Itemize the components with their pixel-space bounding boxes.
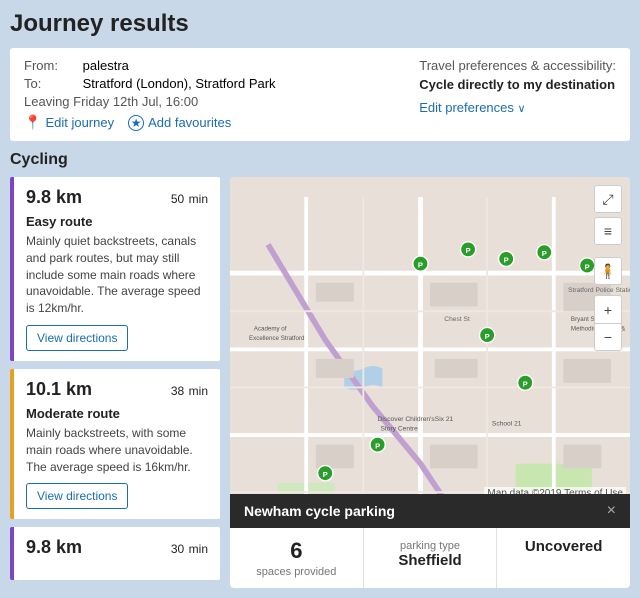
to-label: To:: [24, 76, 79, 91]
route-desc-moderate: Mainly backstreets, with some main roads…: [26, 425, 208, 475]
cycling-content: 9.8 km 50 min Easy route Mainly quiet ba…: [10, 177, 630, 588]
edit-journey-link[interactable]: 📍 Edit journey: [24, 114, 114, 131]
spaces-value: 6: [242, 538, 351, 564]
popup-cell-type: parking type Sheffield: [364, 528, 498, 588]
route-time-moderate: 38 min: [171, 382, 208, 400]
svg-text:P: P: [375, 441, 380, 450]
route-stats-fast: 9.8 km 30 min: [26, 537, 208, 558]
route-time-easy: 50 min: [171, 190, 208, 208]
svg-text:Story Centre: Story Centre: [380, 425, 418, 432]
zoom-in-button[interactable]: +: [594, 295, 622, 323]
journey-actions: 📍 Edit journey ★ Add favourites: [24, 114, 276, 131]
cycling-label: Cycling: [10, 151, 630, 169]
route-desc-easy: Mainly quiet backstreets, canals and par…: [26, 233, 208, 317]
popup-cell-covered: Uncovered: [497, 528, 630, 588]
svg-text:P: P: [542, 249, 547, 258]
edit-preferences-link[interactable]: Edit preferences ∨: [419, 100, 525, 115]
spaces-label: spaces provided: [242, 566, 351, 578]
cycling-section: Cycling 9.8 km 50 min Easy route Mainly …: [10, 151, 630, 588]
layers-icon: ≡: [604, 223, 612, 239]
svg-text:Chest St: Chest St: [444, 316, 470, 323]
view-directions-moderate-button[interactable]: View directions: [26, 483, 128, 509]
edit-journey-label: Edit journey: [45, 115, 114, 130]
route-stats-easy: 9.8 km 50 min: [26, 187, 208, 208]
route-card-moderate: 10.1 km 38 min Moderate route Mainly bac…: [10, 369, 220, 519]
svg-text:P: P: [418, 260, 423, 269]
to-value: Stratford (London), Stratford Park: [83, 76, 276, 91]
to-row: To: Stratford (London), Stratford Park: [24, 76, 276, 91]
route-distance-fast: 9.8 km: [26, 537, 82, 558]
svg-text:Discover Children's: Discover Children's: [378, 416, 436, 423]
routes-panel: 9.8 km 50 min Easy route Mainly quiet ba…: [10, 177, 220, 588]
route-stats-moderate: 10.1 km 38 min: [26, 379, 208, 400]
svg-text:P: P: [585, 262, 590, 271]
popup-close-button[interactable]: ×: [607, 502, 616, 520]
from-row: From: palestra: [24, 58, 276, 73]
preferences-value: Cycle directly to my destination: [419, 77, 616, 92]
page-title: Journey results: [10, 10, 630, 38]
svg-text:School 21: School 21: [492, 421, 522, 428]
svg-text:P: P: [504, 256, 509, 265]
leaving-row: Leaving Friday 12th Jul, 16:00: [24, 94, 276, 109]
svg-text:Six 21: Six 21: [435, 416, 454, 423]
zoom-out-button[interactable]: −: [594, 323, 622, 351]
route-name-moderate: Moderate route: [26, 406, 208, 421]
cycle-parking-popup: Newham cycle parking × 6 spaces provided…: [230, 494, 630, 588]
street-view-button[interactable]: 🧍: [594, 257, 622, 285]
covered-value: Uncovered: [509, 538, 618, 555]
preferences-section: Travel preferences & accessibility: Cycl…: [419, 58, 616, 131]
route-card-fast: 9.8 km 30 min: [10, 527, 220, 580]
svg-text:Academy of: Academy of: [254, 325, 287, 332]
popup-title: Newham cycle parking: [244, 503, 395, 519]
popup-body: 6 spaces provided parking type Sheffield…: [230, 528, 630, 588]
leaving-value: Friday 12th Jul, 16:00: [73, 94, 198, 109]
popup-cell-spaces: 6 spaces provided: [230, 528, 364, 588]
map-container: P P P P P P P P: [230, 177, 630, 588]
star-icon: ★: [128, 115, 144, 131]
person-icon: 🧍: [599, 263, 616, 280]
map-background: P P P P P P P P: [230, 177, 630, 588]
expand-map-button[interactable]: ⤢: [594, 185, 622, 213]
layers-button[interactable]: ≡: [594, 217, 622, 245]
svg-text:P: P: [485, 332, 490, 341]
svg-text:P: P: [323, 470, 328, 479]
svg-text:Excellence Stratford: Excellence Stratford: [249, 335, 305, 342]
location-icon: 📍: [24, 114, 41, 131]
svg-text:P: P: [523, 379, 528, 388]
edit-preferences-label: Edit preferences: [419, 100, 514, 115]
view-directions-easy-button[interactable]: View directions: [26, 325, 128, 351]
add-favourites-label: Add favourites: [148, 115, 231, 130]
type-label: parking type: [376, 540, 485, 552]
route-distance-easy: 9.8 km: [26, 187, 82, 208]
route-name-easy: Easy route: [26, 214, 208, 229]
popup-header: Newham cycle parking ×: [230, 494, 630, 528]
top-info-bar: From: palestra To: Stratford (London), S…: [10, 48, 630, 141]
route-card-easy: 9.8 km 50 min Easy route Mainly quiet ba…: [10, 177, 220, 361]
journey-details: From: palestra To: Stratford (London), S…: [24, 58, 276, 131]
svg-text:P: P: [466, 246, 471, 255]
add-favourites-link[interactable]: ★ Add favourites: [128, 115, 231, 131]
person-control: 🧍: [594, 257, 622, 285]
preferences-label: Travel preferences & accessibility:: [419, 58, 616, 73]
expand-icon: ⤢: [602, 191, 613, 208]
route-distance-moderate: 10.1 km: [26, 379, 92, 400]
from-label: From:: [24, 58, 79, 73]
route-time-fast: 30 min: [171, 540, 208, 558]
zoom-controls: + −: [594, 295, 622, 351]
leaving-label: Leaving: [24, 94, 70, 109]
chevron-down-icon: ∨: [518, 103, 526, 115]
from-value: palestra: [83, 58, 129, 73]
map-controls: ⤢ ≡ 🧍 + −: [594, 185, 622, 351]
type-value: Sheffield: [376, 552, 485, 569]
